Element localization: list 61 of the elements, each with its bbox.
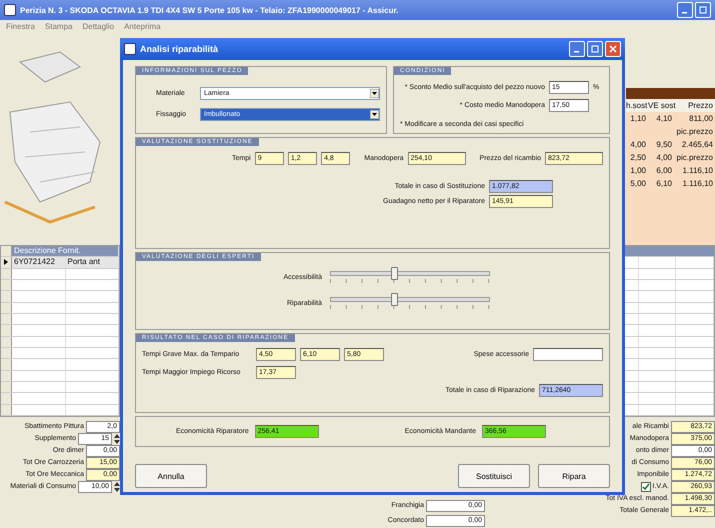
table-cell: 1.116,10 xyxy=(682,179,713,188)
window-title: Perizia N. 3 - SKODA OCTAVIA 1.9 TDI 4X4 SW 5 Porte 105 kw - Telaio: ZFA1990000049017 - Assicur. xyxy=(20,6,398,14)
row-header-cell[interactable] xyxy=(1,404,12,415)
table-cell: 1,00 xyxy=(630,166,646,175)
table-cell: 6,00 xyxy=(656,166,672,175)
row-pointer-icon xyxy=(3,259,9,266)
dialog-button[interactable]: Sostituisci xyxy=(458,464,530,488)
table-cell: pic.prezzo xyxy=(676,127,713,136)
table-cell: 5,00 xyxy=(630,179,646,188)
table-cell: 9,50 xyxy=(656,140,672,149)
maximize-icon xyxy=(591,45,599,53)
table-cell: 4,10 xyxy=(656,114,672,123)
maximize-icon xyxy=(699,6,707,14)
row-header-cell[interactable] xyxy=(1,382,12,392)
dialog-button[interactable]: Ripara xyxy=(538,464,610,488)
table-cell: 4,00 xyxy=(656,153,672,162)
table-cell: 1,10 xyxy=(630,114,646,123)
maximize-button[interactable] xyxy=(587,41,603,57)
row-header-cell[interactable] xyxy=(1,359,12,370)
dialog-title: Analisi riparabilità xyxy=(140,44,218,54)
row-header-cell[interactable] xyxy=(1,280,12,290)
app-icon xyxy=(4,4,16,16)
table-cell: 2.465,64 xyxy=(682,140,713,149)
table-cell: Porta ant xyxy=(66,257,119,268)
checkbox[interactable] xyxy=(640,482,651,492)
row-header-cell[interactable] xyxy=(1,314,12,324)
row-header-cell[interactable] xyxy=(1,325,12,336)
table-cell: 811,00 xyxy=(689,114,713,123)
row-header-cell[interactable] xyxy=(1,291,12,302)
slider-thumb[interactable] xyxy=(391,293,398,306)
menu-item[interactable]: Stampa xyxy=(44,22,72,30)
maximize-button[interactable] xyxy=(695,2,711,18)
dialog-button[interactable]: Annulla xyxy=(135,464,207,488)
input-field[interactable] xyxy=(533,348,603,361)
caret-icon xyxy=(370,89,379,98)
row-header-cell[interactable] xyxy=(1,370,12,381)
row-header-cell[interactable] xyxy=(1,348,12,358)
column-header[interactable]: Prezzo xyxy=(674,101,715,110)
minimize-button[interactable] xyxy=(569,41,585,57)
table-cell: 2,50 xyxy=(630,153,646,162)
column-header[interactable]: h.sost xyxy=(626,101,648,110)
minimize-button[interactable] xyxy=(677,2,693,18)
caret-icon xyxy=(370,110,379,119)
row-header-cell[interactable] xyxy=(1,257,12,268)
row-header-cell[interactable] xyxy=(1,336,12,347)
column-header[interactable]: VE sost xyxy=(648,101,674,110)
table-cell: 4,00 xyxy=(630,140,646,149)
dialog-icon xyxy=(124,43,136,55)
table-cell: pic.prezzo xyxy=(676,153,713,162)
menu-item[interactable]: Anteprima xyxy=(124,22,161,30)
row-header-cell[interactable] xyxy=(1,302,12,313)
close-icon xyxy=(609,45,617,53)
table-cell: 6,10 xyxy=(656,179,672,188)
table-cell: 1.116,10 xyxy=(682,166,713,175)
slider-thumb[interactable] xyxy=(391,267,398,280)
row-header-cell[interactable] xyxy=(1,268,12,279)
row-header-cell[interactable] xyxy=(1,393,12,404)
menu-item[interactable]: Dettaglio xyxy=(82,22,114,30)
close-button[interactable] xyxy=(605,41,621,57)
table-cell: 6Y0721422 xyxy=(12,257,66,268)
menu-item[interactable]: Finestra xyxy=(6,22,35,30)
